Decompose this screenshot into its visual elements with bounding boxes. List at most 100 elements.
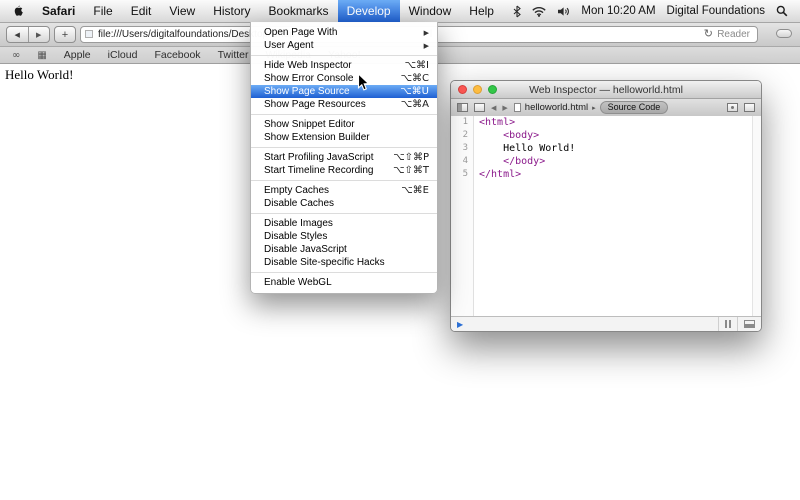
dock-side-icon[interactable]: [457, 103, 468, 112]
menu-item-start-timeline-recording[interactable]: Start Timeline Recording ⌥⇧⌘T: [251, 164, 437, 177]
wifi-icon[interactable]: [532, 6, 546, 17]
close-icon[interactable]: [458, 85, 467, 94]
menu-item-label: Show Error Console: [264, 73, 392, 84]
bookmark-facebook[interactable]: Facebook: [154, 49, 200, 61]
menu-item-shortcut: ⌥⌘U: [400, 86, 429, 97]
code-text: <body>: [473, 129, 539, 142]
menu-item-enable-webgl[interactable]: Enable WebGL: [251, 276, 437, 289]
menu-separator: [251, 114, 437, 115]
menu-edit[interactable]: Edit: [122, 0, 161, 22]
menu-bookmarks[interactable]: Bookmarks: [260, 0, 338, 22]
inspector-breadcrumb[interactable]: helloworld.html ▸ Source Code: [514, 101, 668, 114]
resources-panel-icon[interactable]: [474, 103, 485, 112]
inspector-toolbar-right: [727, 103, 755, 112]
inspect-element-icon[interactable]: [727, 103, 738, 112]
split-console-icon[interactable]: [725, 320, 727, 328]
source-code-badge[interactable]: Source Code: [600, 101, 669, 114]
bookmark-apple[interactable]: Apple: [64, 49, 91, 61]
file-icon: [514, 103, 521, 112]
bookmark-twitter[interactable]: Twitter: [218, 49, 249, 61]
menu-separator: [251, 55, 437, 56]
reader-button[interactable]: Reader: [717, 28, 750, 41]
inspector-scrollbar[interactable]: [752, 116, 761, 316]
code-line[interactable]: 4 </body>: [451, 155, 761, 168]
menu-separator: [251, 180, 437, 181]
menu-item-show-page-resources[interactable]: Show Page Resources ⌥⌘A: [251, 98, 437, 111]
menu-item-show-extension-builder[interactable]: Show Extension Builder: [251, 131, 437, 144]
apple-icon: [12, 4, 24, 18]
menu-item-label: Disable Styles: [264, 231, 429, 242]
spotlight-icon[interactable]: [776, 5, 788, 17]
apple-menu[interactable]: [0, 4, 33, 18]
menu-item-show-page-source[interactable]: Show Page Source ⌥⌘U: [251, 85, 437, 98]
menu-separator: [251, 213, 437, 214]
menu-item-shortcut: ⌥⌘E: [401, 185, 429, 196]
line-number: 4: [451, 155, 473, 168]
user-menu[interactable]: Digital Foundations: [667, 5, 765, 17]
inspector-status-bar: ▶: [451, 316, 761, 331]
breadcrumb-file-name[interactable]: helloworld.html: [525, 102, 588, 113]
inspector-bottom-controls: [712, 317, 755, 331]
menu-item-disable-styles[interactable]: Disable Styles: [251, 230, 437, 243]
code-line[interactable]: 5 </html>: [451, 168, 761, 181]
new-tab-button[interactable]: +: [54, 26, 76, 43]
bluetooth-icon[interactable]: [513, 5, 521, 18]
zoom-icon[interactable]: [488, 85, 497, 94]
bookmark-icloud[interactable]: iCloud: [108, 49, 138, 61]
menu-bar-clock[interactable]: Mon 10:20 AM: [581, 5, 655, 17]
inspector-forward-icon[interactable]: ▶: [502, 104, 507, 112]
line-number: 5: [451, 168, 473, 181]
menu-item-label: Disable Caches: [264, 198, 429, 209]
menu-item-show-error-console[interactable]: Show Error Console ⌥⌘C: [251, 72, 437, 85]
console-panel-icon[interactable]: [744, 103, 755, 112]
inspector-back-icon[interactable]: ◀: [491, 104, 496, 112]
code-line[interactable]: 1 <html>: [451, 116, 761, 129]
menu-item-disable-caches[interactable]: Disable Caches: [251, 197, 437, 210]
menu-item-disable-javascript[interactable]: Disable JavaScript: [251, 243, 437, 256]
forward-button[interactable]: ▶: [29, 27, 50, 42]
menu-item-show-snippet-editor[interactable]: Show Snippet Editor: [251, 118, 437, 131]
menu-item-shortcut: ⌥⌘C: [400, 73, 429, 84]
menu-view[interactable]: View: [160, 0, 204, 22]
line-number: 2: [451, 129, 473, 142]
code-line[interactable]: 3 Hello World!: [451, 142, 761, 155]
menu-item-disable-images[interactable]: Disable Images: [251, 217, 437, 230]
menu-item-empty-caches[interactable]: Empty Caches ⌥⌘E: [251, 184, 437, 197]
menu-history[interactable]: History: [204, 0, 259, 22]
console-prompt-icon[interactable]: ▶: [457, 320, 463, 329]
menu-item-label: Start Timeline Recording: [264, 165, 385, 176]
menu-item-label: User Agent: [264, 40, 416, 51]
web-inspector-window: Web Inspector — helloworld.html ◀ ▶ hell…: [450, 80, 762, 332]
menu-bar-status: Mon 10:20 AM Digital Foundations: [513, 5, 800, 18]
menu-window[interactable]: Window: [400, 0, 461, 22]
line-number: 3: [451, 142, 473, 155]
top-sites-icon[interactable]: ▦: [37, 50, 46, 61]
minimize-icon[interactable]: [473, 85, 482, 94]
menu-item-start-profiling-javascript[interactable]: Start Profiling JavaScript ⌥⇧⌘P: [251, 151, 437, 164]
menu-item-label: Show Page Source: [264, 86, 392, 97]
source-code-view[interactable]: 1 <html> 2 <body> 3 Hello World! 4 </bod…: [451, 116, 761, 316]
reload-icon[interactable]: ↻: [704, 27, 713, 40]
menu-item-open-page-with[interactable]: Open Page With ▶: [251, 26, 437, 39]
reading-list-icon[interactable]: ∞: [12, 50, 20, 61]
menu-item-label: Show Page Resources: [264, 99, 393, 110]
volume-icon[interactable]: [557, 6, 570, 17]
code-text: Hello World!: [473, 142, 575, 155]
back-button[interactable]: ◀: [7, 27, 29, 42]
menu-safari[interactable]: Safari: [33, 0, 84, 22]
menu-item-shortcut: ⌥⌘A: [401, 99, 429, 110]
dock-bottom-icon[interactable]: [744, 320, 755, 328]
menu-separator: [251, 147, 437, 148]
code-text: </html>: [473, 168, 521, 181]
menu-help[interactable]: Help: [460, 0, 503, 22]
menu-item-disable-site-specific-hacks[interactable]: Disable Site-specific Hacks: [251, 256, 437, 269]
menu-file[interactable]: File: [84, 0, 121, 22]
menu-item-label: Show Snippet Editor: [264, 119, 429, 130]
menu-item-hide-web-inspector[interactable]: Hide Web Inspector ⌥⌘I: [251, 59, 437, 72]
menu-develop[interactable]: Develop: [338, 0, 400, 22]
divider: [718, 317, 719, 331]
inspector-title-bar[interactable]: Web Inspector — helloworld.html: [451, 81, 761, 99]
toolbar-toggle-button[interactable]: [776, 29, 792, 38]
code-line[interactable]: 2 <body>: [451, 129, 761, 142]
menu-item-user-agent[interactable]: User Agent ▶: [251, 39, 437, 52]
